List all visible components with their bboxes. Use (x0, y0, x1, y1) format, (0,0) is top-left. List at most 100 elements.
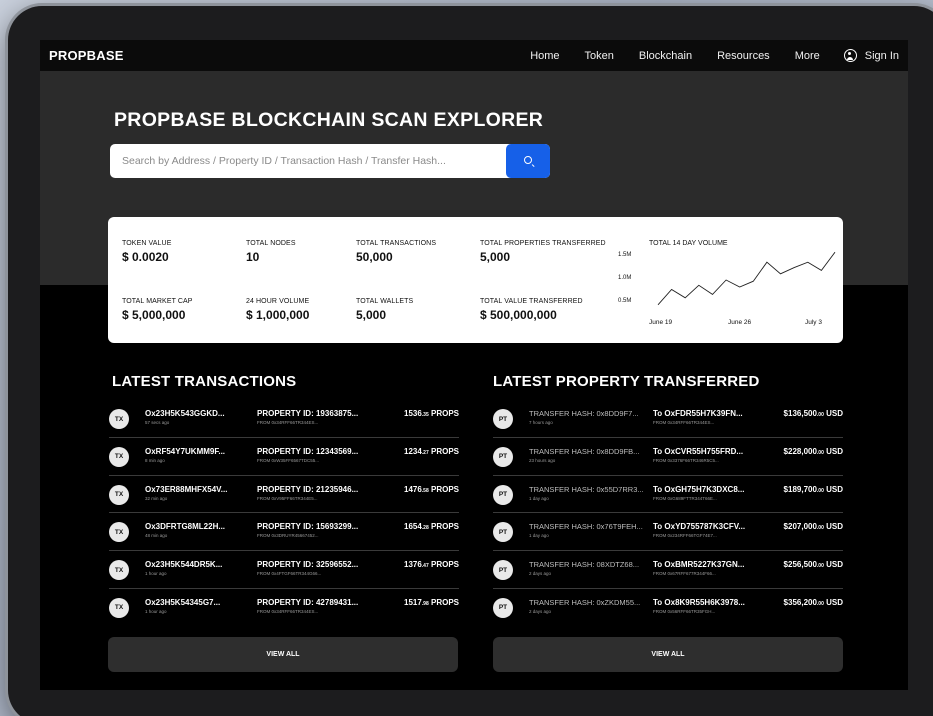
stat-value: $ 5,000,000 (122, 308, 186, 322)
y-tick-label: 1.5M (618, 252, 631, 258)
transfer-from-address: FROM 0x234RFF66TGF74E7... (653, 533, 717, 539)
table-row[interactable]: PT TRANSFER HASH: 0x55D7RR3... 1 day ago To… (493, 476, 843, 514)
transfer-hash[interactable]: TRANSFER HASH: 0xZKDM55... (529, 598, 640, 607)
propbase-logo[interactable]: PROPBASE (49, 48, 124, 63)
nav-links: Home Token Blockchain Resources More Sig… (505, 49, 899, 62)
tx-amount: 1536.35 PROPS (404, 409, 459, 418)
amount-integer: 1476 (404, 484, 422, 494)
nav-link-home[interactable]: Home (530, 50, 559, 62)
amount-unit: PROPS (430, 409, 459, 418)
tx-from-address: FROM 0x4FTGF66TR344G66... (257, 571, 322, 577)
tx-property-id[interactable]: PROPERTY ID: 42789431... (257, 598, 358, 607)
stat-label: 24 HOUR VOLUME (246, 298, 310, 305)
tx-amount: 1476.58 PROPS (404, 485, 459, 494)
table-row[interactable]: PT TRANSFER HASH: 0x8DD9FB... 23 hours ago… (493, 438, 843, 476)
transfer-from-address: FROM 0x56RFF66TR35FGH... (653, 608, 716, 614)
latest-transfers-title: LATEST PROPERTY TRANSFERRED (493, 373, 760, 390)
transfer-to-address[interactable]: To OxBMR5227K37GN... (653, 560, 744, 569)
transfer-from-address: FROM 0x3376F66TR346R5C5... (653, 457, 719, 463)
amount-currency: USD (826, 409, 843, 418)
transfer-hash[interactable]: TRANSFER HASH: 0x8DD9F7... (529, 409, 639, 418)
table-row[interactable]: PT TRANSFER HASH: 0xZKDM55... 2 days ago To… (493, 589, 843, 627)
amount-integer: $356,200 (783, 597, 817, 607)
stat-24-hour-volume: 24 HOUR VOLUME $ 1,000,000 (246, 298, 309, 322)
transfer-amount: $207,000.00 USD (784, 522, 843, 531)
tx-property-id[interactable]: PROPERTY ID: 19363875... (257, 409, 358, 418)
table-row[interactable]: PT TRANSFER HASH: 08XDTZ68... 2 days ago To… (493, 551, 843, 589)
nav-link-resources[interactable]: Resources (717, 50, 770, 62)
tx-property-id[interactable]: PROPERTY ID: 12343569... (257, 447, 358, 456)
transfers-list: PT TRANSFER HASH: 0x8DD9F7... 7 hours ago T… (493, 400, 843, 627)
search-button[interactable] (506, 144, 550, 178)
tx-hash[interactable]: OxRF54Y7UKMM9F... (145, 447, 225, 456)
tx-hash[interactable]: Ox73ER88MHFX54V... (145, 485, 227, 494)
transfer-from-address: FROM 0xG689FTTR344T66E... (653, 495, 717, 501)
amount-unit: PROPS (430, 446, 459, 456)
transfer-to-address[interactable]: To Ox8K9R55H6K3978... (653, 598, 745, 607)
table-row[interactable]: PT TRANSFER HASH: 0x8DD9F7... 7 hours ago T… (493, 400, 843, 438)
table-row[interactable]: TX Ox23H5K543GGKD... 57 secs ago PROPERTY I… (109, 400, 459, 438)
tx-badge: TX (109, 409, 129, 429)
stat-value: $ 0.0020 (122, 250, 169, 264)
transfer-amount: $356,200.00 USD (784, 598, 843, 607)
view-all-transfers-button[interactable]: VIEW ALL (493, 637, 843, 672)
volume-series-line (657, 251, 836, 306)
table-row[interactable]: TX Ox23H5K54345G7... 1 hour ago PROPERTY ID… (109, 589, 459, 627)
transfer-time: 23 hours ago (529, 457, 556, 463)
transfer-hash[interactable]: TRANSFER HASH: 08XDTZ68... (529, 560, 639, 569)
tx-property-id[interactable]: PROPERTY ID: 15693299... (257, 522, 358, 531)
transfer-time: 2 days ago (529, 571, 552, 577)
nav-link-more[interactable]: More (795, 50, 820, 62)
search-input[interactable] (110, 144, 505, 178)
x-tick-label: June 19 (649, 319, 673, 326)
transfer-to-address[interactable]: To OxCVR55H755FRD... (653, 447, 743, 456)
transfer-to-address[interactable]: To OxGH75H7K3DXC8... (653, 485, 744, 494)
amount-currency: USD (826, 484, 843, 494)
stat-total-wallets: TOTAL WALLETS 5,000 (356, 298, 413, 322)
transfer-time: 1 day ago (529, 495, 549, 501)
transfer-to-address[interactable]: To OxFDR55H7K39FN... (653, 409, 743, 418)
transfer-hash[interactable]: TRANSFER HASH: 0x8DD9FB... (529, 447, 639, 456)
sign-in-button[interactable]: Sign In (843, 49, 899, 62)
tx-hash[interactable]: Ox23H5K54345G7... (145, 598, 220, 607)
amount-decimals: .98 (421, 600, 429, 607)
tx-hash[interactable]: Ox3DFRTG8ML22H... (145, 522, 225, 531)
table-row[interactable]: TX Ox73ER88MHFX54V... 32 min ago PROPERTY I… (109, 476, 459, 514)
tx-hash[interactable]: Ox23H5K544DR5K... (145, 560, 222, 569)
amount-unit: PROPS (430, 484, 459, 494)
x-tick-label: July 3 (805, 319, 822, 326)
stats-card: TOKEN VALUE $ 0.0020 TOTAL NODES 10 TOTA… (108, 217, 843, 343)
transfer-from-address: FROM 0x67RFF677R344F66... (653, 571, 716, 577)
stat-label: TOKEN VALUE (122, 240, 172, 247)
transfer-to-address[interactable]: To OxYD755787K3CFV... (653, 522, 745, 531)
nav-link-token[interactable]: Token (585, 50, 614, 62)
stat-value: $ 500,000,000 (480, 308, 557, 322)
stat-total-properties-transferred: TOTAL PROPERTIES TRANSFERRED 5,000 (480, 240, 606, 264)
y-tick-label: 0.5M (618, 298, 631, 304)
table-row[interactable]: TX Ox3DFRTG8ML22H... 48 min ago PROPERTY ID… (109, 513, 459, 552)
search-icon (524, 156, 532, 164)
tx-property-id[interactable]: PROPERTY ID: 32596552... (257, 560, 358, 569)
view-all-transactions-button[interactable]: VIEW ALL (108, 637, 458, 672)
tx-badge: TX (109, 560, 129, 581)
table-row[interactable]: PT TRANSFER HASH: 0x76T9FEH... 1 day ago To… (493, 513, 843, 552)
nav-link-blockchain[interactable]: Blockchain (639, 50, 692, 62)
top-navbar: PROPBASE Home Token Blockchain Resources… (40, 40, 908, 71)
amount-integer: 1536 (404, 409, 422, 418)
amount-decimals: .00 (816, 600, 824, 607)
tx-hash[interactable]: Ox23H5K543GGKD... (145, 409, 225, 418)
tx-property-id[interactable]: PROPERTY ID: 21235946... (257, 485, 358, 494)
transfer-hash[interactable]: TRANSFER HASH: 0x55D7RR3... (529, 485, 644, 494)
table-row[interactable]: TX OxRF54Y7UKMM9F... 8 min ago PROPERTY ID:… (109, 438, 459, 476)
tx-time: 32 min ago (145, 495, 168, 501)
tx-badge: TX (109, 522, 129, 543)
x-tick-label: June 26 (728, 319, 752, 326)
amount-decimals: .00 (816, 563, 824, 570)
amount-unit: PROPS (430, 560, 459, 570)
amount-currency: USD (826, 597, 843, 607)
pt-badge: PT (493, 409, 513, 429)
transfer-hash[interactable]: TRANSFER HASH: 0x76T9FEH... (529, 522, 643, 531)
amount-currency: USD (826, 522, 843, 532)
tx-badge: TX (109, 446, 129, 467)
table-row[interactable]: TX Ox23H5K544DR5K... 1 hour ago PROPERTY ID… (109, 551, 459, 589)
